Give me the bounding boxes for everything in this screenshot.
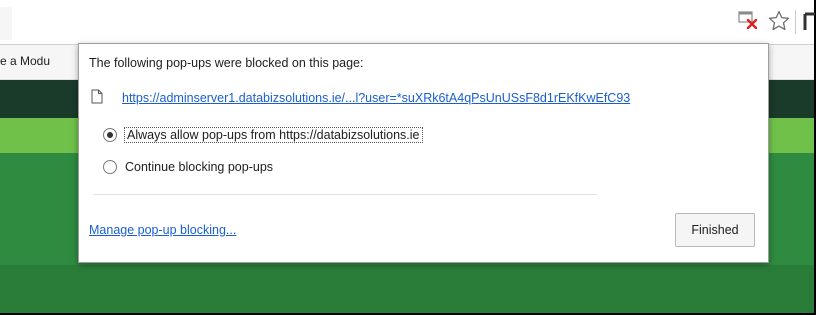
popup-title: The following pop-ups were blocked on th… [89, 56, 364, 70]
popup-blocked-icon[interactable] [738, 11, 758, 30]
browser-window: e a Modu The following pop-ups were bloc… [0, 0, 816, 315]
finished-button[interactable]: Finished [675, 213, 755, 247]
radio-button-selected[interactable] [103, 128, 117, 142]
extension-icon[interactable] [803, 12, 815, 32]
radio-label-continue-blocking: Continue blocking pop-ups [125, 160, 274, 174]
radio-continue-blocking[interactable]: Continue blocking pop-ups [103, 160, 273, 174]
manage-popup-blocking-link[interactable]: Manage pop-up blocking... [89, 223, 236, 237]
omnibox-edge [0, 7, 12, 40]
bookmark-star-icon[interactable] [767, 9, 791, 33]
radio-label-always-allow: Always allow pop-ups from https://databi… [124, 127, 423, 143]
site-footer [0, 265, 814, 313]
popup-blocked-bubble: The following pop-ups were blocked on th… [78, 43, 769, 263]
blocked-popup-link[interactable]: https://adminserver1.databizsolutions.ie… [122, 91, 630, 105]
toolbar-separator [795, 10, 796, 34]
radio-always-allow[interactable]: Always allow pop-ups from https://databi… [103, 127, 423, 143]
radio-button-unselected[interactable] [103, 160, 117, 174]
popup-divider [93, 194, 597, 195]
address-bar-area [0, 0, 815, 45]
document-icon [91, 89, 103, 104]
bookmark-item[interactable]: e a Modu [0, 54, 50, 68]
